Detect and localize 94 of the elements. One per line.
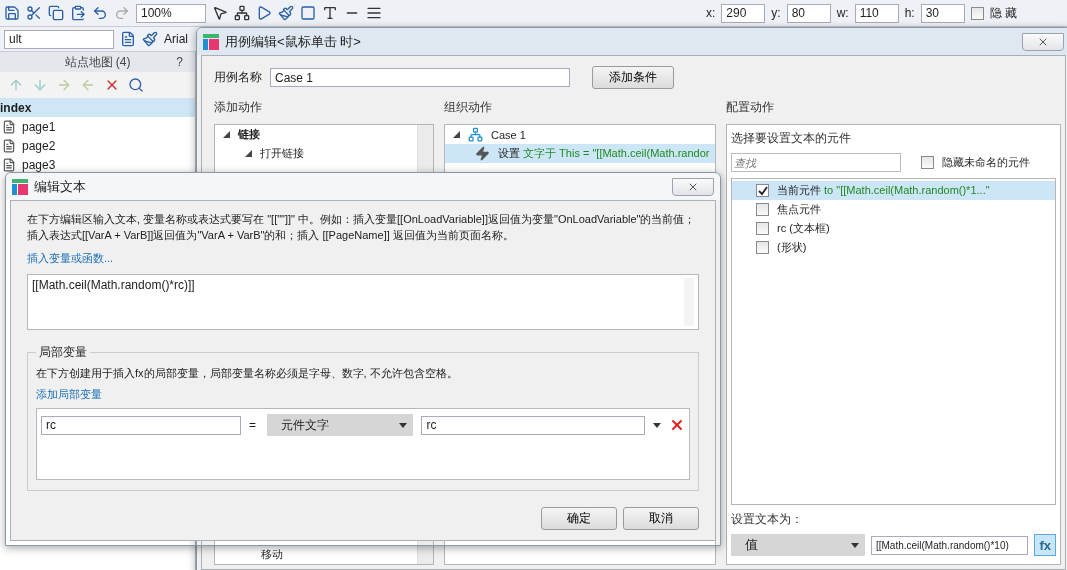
search-field[interactable]: 查找	[731, 153, 901, 172]
expression-field[interactable]: [[Math.ceil(Math.random()*rc)]]	[27, 274, 699, 330]
widget-label: 当前元件 to "[[Math.ceil(Math.random()*1..."	[777, 183, 990, 198]
widget-row[interactable]: (形状)	[732, 238, 1055, 257]
instructions-text: 在下方编辑区输入文本, 变量名称或表达式要写在 "[[""]]" 中。例如：插入变量[[OnLoadVariable]]返回值为变量"OnLoadVariable"的当前值；插入表达式[[VarA + VarB]]返回值为"VarA + VarB"的和；插入 [[PageName]] 返回值为当前页面名称。	[27, 212, 697, 243]
position-field[interactable]: 30	[920, 3, 965, 23]
paste-icon[interactable]	[70, 5, 86, 21]
style-dropdown[interactable]: ult	[4, 29, 114, 49]
dropdown-caret-icon[interactable]	[653, 422, 661, 428]
undo-icon[interactable]	[92, 5, 108, 21]
tree-label[interactable]: 链接	[238, 127, 260, 142]
page-label: page3	[22, 157, 56, 172]
widget-row[interactable]: rc (文本框)	[732, 219, 1055, 238]
dialog-title: 编辑文本	[34, 177, 86, 196]
page-item[interactable]: page3	[0, 155, 195, 174]
copy-icon[interactable]	[48, 5, 64, 21]
group-title: 局部变量	[36, 344, 90, 361]
text-icon[interactable]	[322, 5, 338, 21]
dialog-button[interactable]: 确定	[541, 507, 617, 530]
action-row[interactable]: 设置 文字于 This = "[[Math.ceil(Math.randor	[445, 144, 715, 163]
dialog-button[interactable]: 取消	[623, 507, 699, 530]
add-condition-button[interactable]: 添加条件	[592, 66, 674, 89]
widget-label: (形状)	[777, 240, 807, 255]
tree-label[interactable]: 打开链接	[260, 146, 304, 161]
expanded-triangle-icon[interactable]	[223, 131, 230, 138]
case-name-label: 用例名称	[214, 69, 262, 86]
page-item[interactable]: page2	[0, 136, 195, 155]
add-variable-link[interactable]: 添加局部变量	[36, 387, 690, 402]
hidden-label: 隐 藏	[989, 4, 1017, 22]
column-heading: 组织动作	[444, 99, 493, 116]
save-icon[interactable]	[4, 5, 20, 21]
expanded-triangle-icon[interactable]	[245, 150, 252, 157]
case-icon	[468, 127, 483, 142]
hidden-checkbox[interactable]	[970, 6, 984, 20]
widget-checkbox[interactable]	[756, 203, 769, 216]
app-logo-icon	[12, 178, 28, 195]
help-mark[interactable]: ?	[176, 55, 183, 69]
pointer-icon[interactable]	[212, 5, 228, 21]
variable-name-field[interactable]: rc	[41, 415, 241, 435]
hide-unnamed-checkbox[interactable]	[921, 156, 934, 169]
case-name-field[interactable]: Case 1	[270, 68, 570, 87]
align-icon[interactable]	[366, 5, 382, 21]
tree-label[interactable]: 移动	[261, 547, 283, 562]
widget-label: rc (文本框)	[777, 221, 830, 236]
font-name[interactable]: Arial	[164, 32, 188, 46]
fx-button[interactable]: fx	[1034, 534, 1056, 556]
set-text-label: 设置文本为：	[731, 511, 804, 528]
panel-subheading: 选择要设置文本的元件	[731, 130, 852, 147]
widget-row[interactable]: 焦点元件	[732, 200, 1055, 219]
insert-variable-link[interactable]: 插入变量或函数...	[27, 251, 699, 266]
widget-label: 焦点元件	[777, 202, 821, 217]
position-field[interactable]: 290	[721, 3, 766, 23]
position-field[interactable]: 110	[854, 3, 899, 23]
page-item[interactable]: index	[0, 98, 195, 117]
app-logo-icon	[203, 33, 219, 50]
zoom-dropdown[interactable]: 100%	[136, 3, 206, 23]
expanded-triangle-icon[interactable]	[453, 131, 460, 138]
page-icon	[2, 138, 16, 153]
lightning-icon	[475, 146, 490, 161]
column-heading: 配置动作	[726, 99, 775, 116]
widget-row[interactable]: 当前元件 to "[[Math.ceil(Math.random()*1..."	[732, 181, 1055, 200]
window-title: 用例编辑<鼠标单击 时>	[225, 32, 361, 51]
delete-icon[interactable]	[669, 417, 685, 433]
position-field[interactable]: 80	[786, 3, 831, 23]
local-variables-text: 在下方创建用于插入fx的局部变量，局部变量名称必须是字母、数字, 不允许包含空格。	[36, 366, 459, 381]
position-label: x:	[705, 6, 716, 20]
position-label: w:	[836, 6, 849, 20]
sitemap-title: 站点地图 (4)	[64, 53, 131, 71]
brush-icon[interactable]	[142, 31, 158, 47]
search-icon[interactable]	[128, 77, 144, 93]
page-icon	[2, 157, 16, 172]
widget-checkbox[interactable]	[756, 222, 769, 235]
dropdown-caret-icon[interactable]	[850, 542, 859, 548]
page-label: page2	[22, 138, 56, 153]
hide-unnamed-label: 隐藏未命名的元件	[942, 155, 1030, 170]
position-label: y:	[771, 6, 781, 20]
page-item[interactable]: page1	[0, 117, 195, 136]
text-value-field[interactable]: [[Math.ceil(Math.random()*10)	[870, 535, 1029, 555]
widget-checkbox[interactable]	[756, 184, 769, 197]
page-icon	[2, 119, 16, 134]
equals-sign: =	[248, 418, 257, 432]
preview-icon[interactable]	[256, 5, 272, 21]
position-label: h:	[904, 6, 915, 20]
page-label: index	[0, 100, 32, 115]
action-text: 设置 文字于 This = "[[Math.ceil(Math.randor	[498, 146, 710, 161]
dropdown-caret-icon[interactable]	[399, 422, 408, 428]
value-type-dropdown[interactable]: 值	[731, 534, 865, 556]
tree-label[interactable]: Case 1	[491, 128, 526, 141]
page-label: page1	[22, 119, 56, 134]
column-heading: 添加动作	[214, 99, 263, 116]
cut-icon[interactable]	[26, 5, 42, 21]
variable-target-field[interactable]: rc	[421, 415, 646, 435]
variable-type-dropdown[interactable]: 元件文字	[266, 414, 414, 436]
widget-checkbox[interactable]	[756, 241, 769, 254]
